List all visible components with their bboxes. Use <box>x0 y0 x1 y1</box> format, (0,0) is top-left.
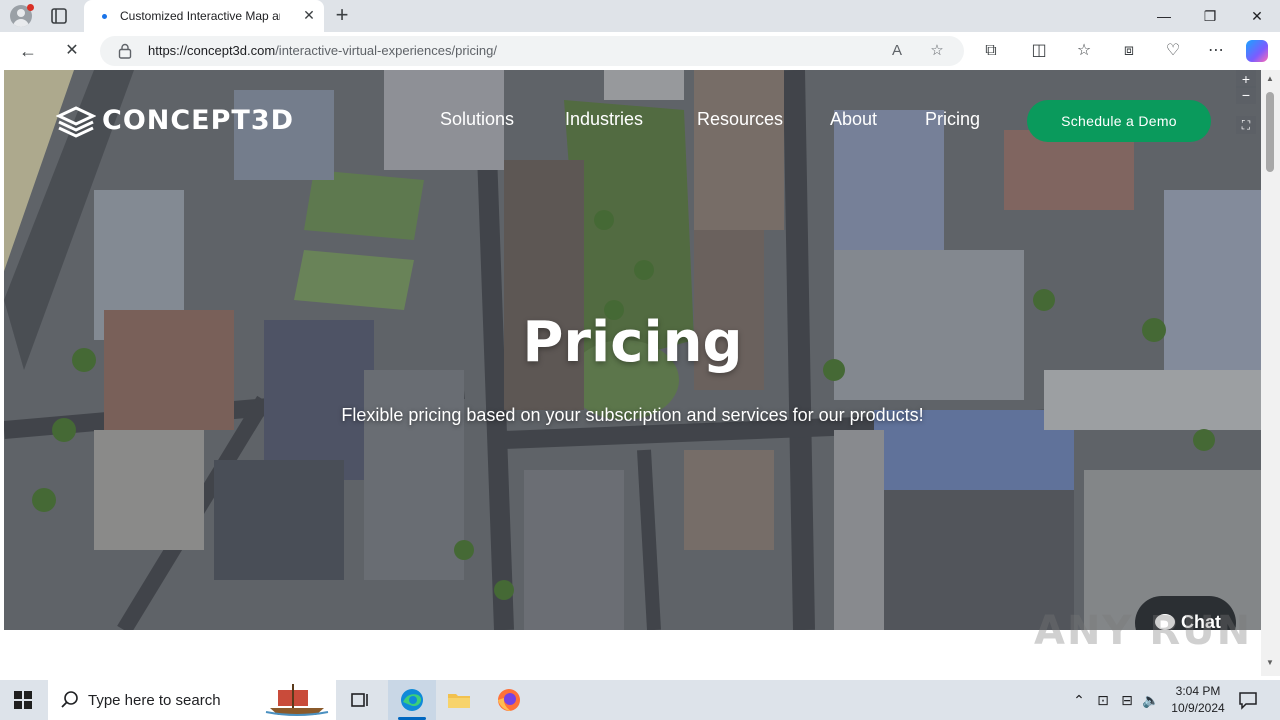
back-button[interactable]: ← <box>17 40 39 62</box>
browser-tab-strip: Customized Interactive Map and ✕ + — ❐ ✕ <box>0 0 1280 32</box>
tab-actions-icon[interactable] <box>50 7 68 25</box>
search-highlight-ship-icon <box>265 684 329 716</box>
address-bar[interactable]: https://concept3d.com/interactive-virtua… <box>100 36 964 66</box>
clock-date: 10/9/2024 <box>1171 701 1225 715</box>
nav-industries[interactable]: Industries <box>565 109 643 130</box>
nav-solutions[interactable]: Solutions <box>440 109 514 130</box>
more-menu-icon[interactable]: ⋯ <box>1205 40 1227 62</box>
url-text[interactable]: https://concept3d.com/interactive-virtua… <box>148 43 497 58</box>
favorites-icon[interactable]: ☆ <box>1073 40 1095 62</box>
taskbar-search-box[interactable]: Type here to search <box>48 680 336 720</box>
firefox-icon[interactable] <box>495 686 523 714</box>
logo-cube-icon <box>56 106 96 138</box>
scroll-up-arrow-icon[interactable]: ▲ <box>1265 74 1275 83</box>
nav-pricing[interactable]: Pricing <box>925 109 980 130</box>
windows-start-icon[interactable] <box>14 691 32 709</box>
lock-icon[interactable] <box>118 43 132 59</box>
profile-notification-dot <box>27 4 34 11</box>
tray-overflow-chevron-icon[interactable]: ⌃ <box>1070 691 1088 709</box>
tab-title: Customized Interactive Map and <box>120 9 280 23</box>
window-minimize-button[interactable]: — <box>1141 0 1187 32</box>
extensions-icon[interactable]: ⧉ <box>980 40 1002 62</box>
clock-time: 3:04 PM <box>1175 684 1221 698</box>
concept3d-logo[interactable]: CONCEPT3D <box>56 104 306 138</box>
page-title: Pricing <box>522 310 743 375</box>
tab-loading-icon <box>102 14 107 19</box>
schedule-demo-button[interactable]: Schedule a Demo <box>1027 100 1211 142</box>
new-tab-button[interactable]: + <box>330 3 354 27</box>
tab-close-icon[interactable]: ✕ <box>300 7 318 25</box>
read-aloud-icon[interactable]: A <box>888 42 906 60</box>
map-fullscreen-button[interactable]: ⛶ <box>1236 116 1256 134</box>
scrollbar-thumb[interactable] <box>1266 92 1274 172</box>
volume-icon[interactable]: 🔈 <box>1142 691 1160 709</box>
favorite-star-icon[interactable]: ☆ <box>928 42 946 60</box>
page-viewport: CONCEPT3D Solutions Industries Resources… <box>4 70 1261 676</box>
window-restore-button[interactable]: ❐ <box>1187 0 1233 32</box>
file-explorer-icon[interactable] <box>445 686 473 714</box>
network-icon[interactable]: ⊟ <box>1118 691 1136 709</box>
search-placeholder: Type here to search <box>88 692 221 709</box>
nav-resources[interactable]: Resources <box>697 109 783 130</box>
split-screen-icon[interactable]: ◫ <box>1028 40 1050 62</box>
page-subtitle: Flexible pricing based on your subscript… <box>341 405 924 425</box>
collections-icon[interactable]: ⧈ <box>1118 40 1140 62</box>
task-view-icon[interactable] <box>346 686 374 714</box>
stop-loading-button[interactable]: ✕ <box>61 40 83 62</box>
windows-taskbar: Type here to search ⌃ ⊡ ⊟ 🔈 3:04 PM 10/9… <box>0 680 1280 720</box>
tray-security-icon[interactable]: ⊡ <box>1094 691 1112 709</box>
search-icon <box>61 691 78 708</box>
hero-section: CONCEPT3D Solutions Industries Resources… <box>4 70 1261 630</box>
nav-about[interactable]: About <box>830 109 877 130</box>
map-zoom-out-button[interactable]: − <box>1236 86 1256 104</box>
edge-browser-icon[interactable] <box>398 686 426 714</box>
browser-toolbar: ← ✕ https://concept3d.com/interactive-vi… <box>0 32 1280 70</box>
taskbar-clock[interactable]: 3:04 PM 10/9/2024 <box>1160 683 1236 717</box>
browser-tab-active[interactable]: Customized Interactive Map and ✕ <box>84 0 324 32</box>
page-scrollbar[interactable]: ▲ ▼ <box>1261 70 1280 676</box>
copilot-icon[interactable] <box>1246 40 1268 62</box>
scroll-down-arrow-icon[interactable]: ▼ <box>1265 658 1275 667</box>
logo-text: CONCEPT3D <box>102 105 295 136</box>
notification-center-icon[interactable] <box>1238 690 1258 710</box>
browser-essentials-icon[interactable]: ♡ <box>1162 40 1184 62</box>
anyrun-watermark: ANY RUN <box>1034 608 1253 654</box>
url-host: https://concept3d.com <box>148 43 276 58</box>
url-path: /interactive-virtual-experiences/pricing… <box>275 43 497 58</box>
window-close-button[interactable]: ✕ <box>1234 0 1280 32</box>
